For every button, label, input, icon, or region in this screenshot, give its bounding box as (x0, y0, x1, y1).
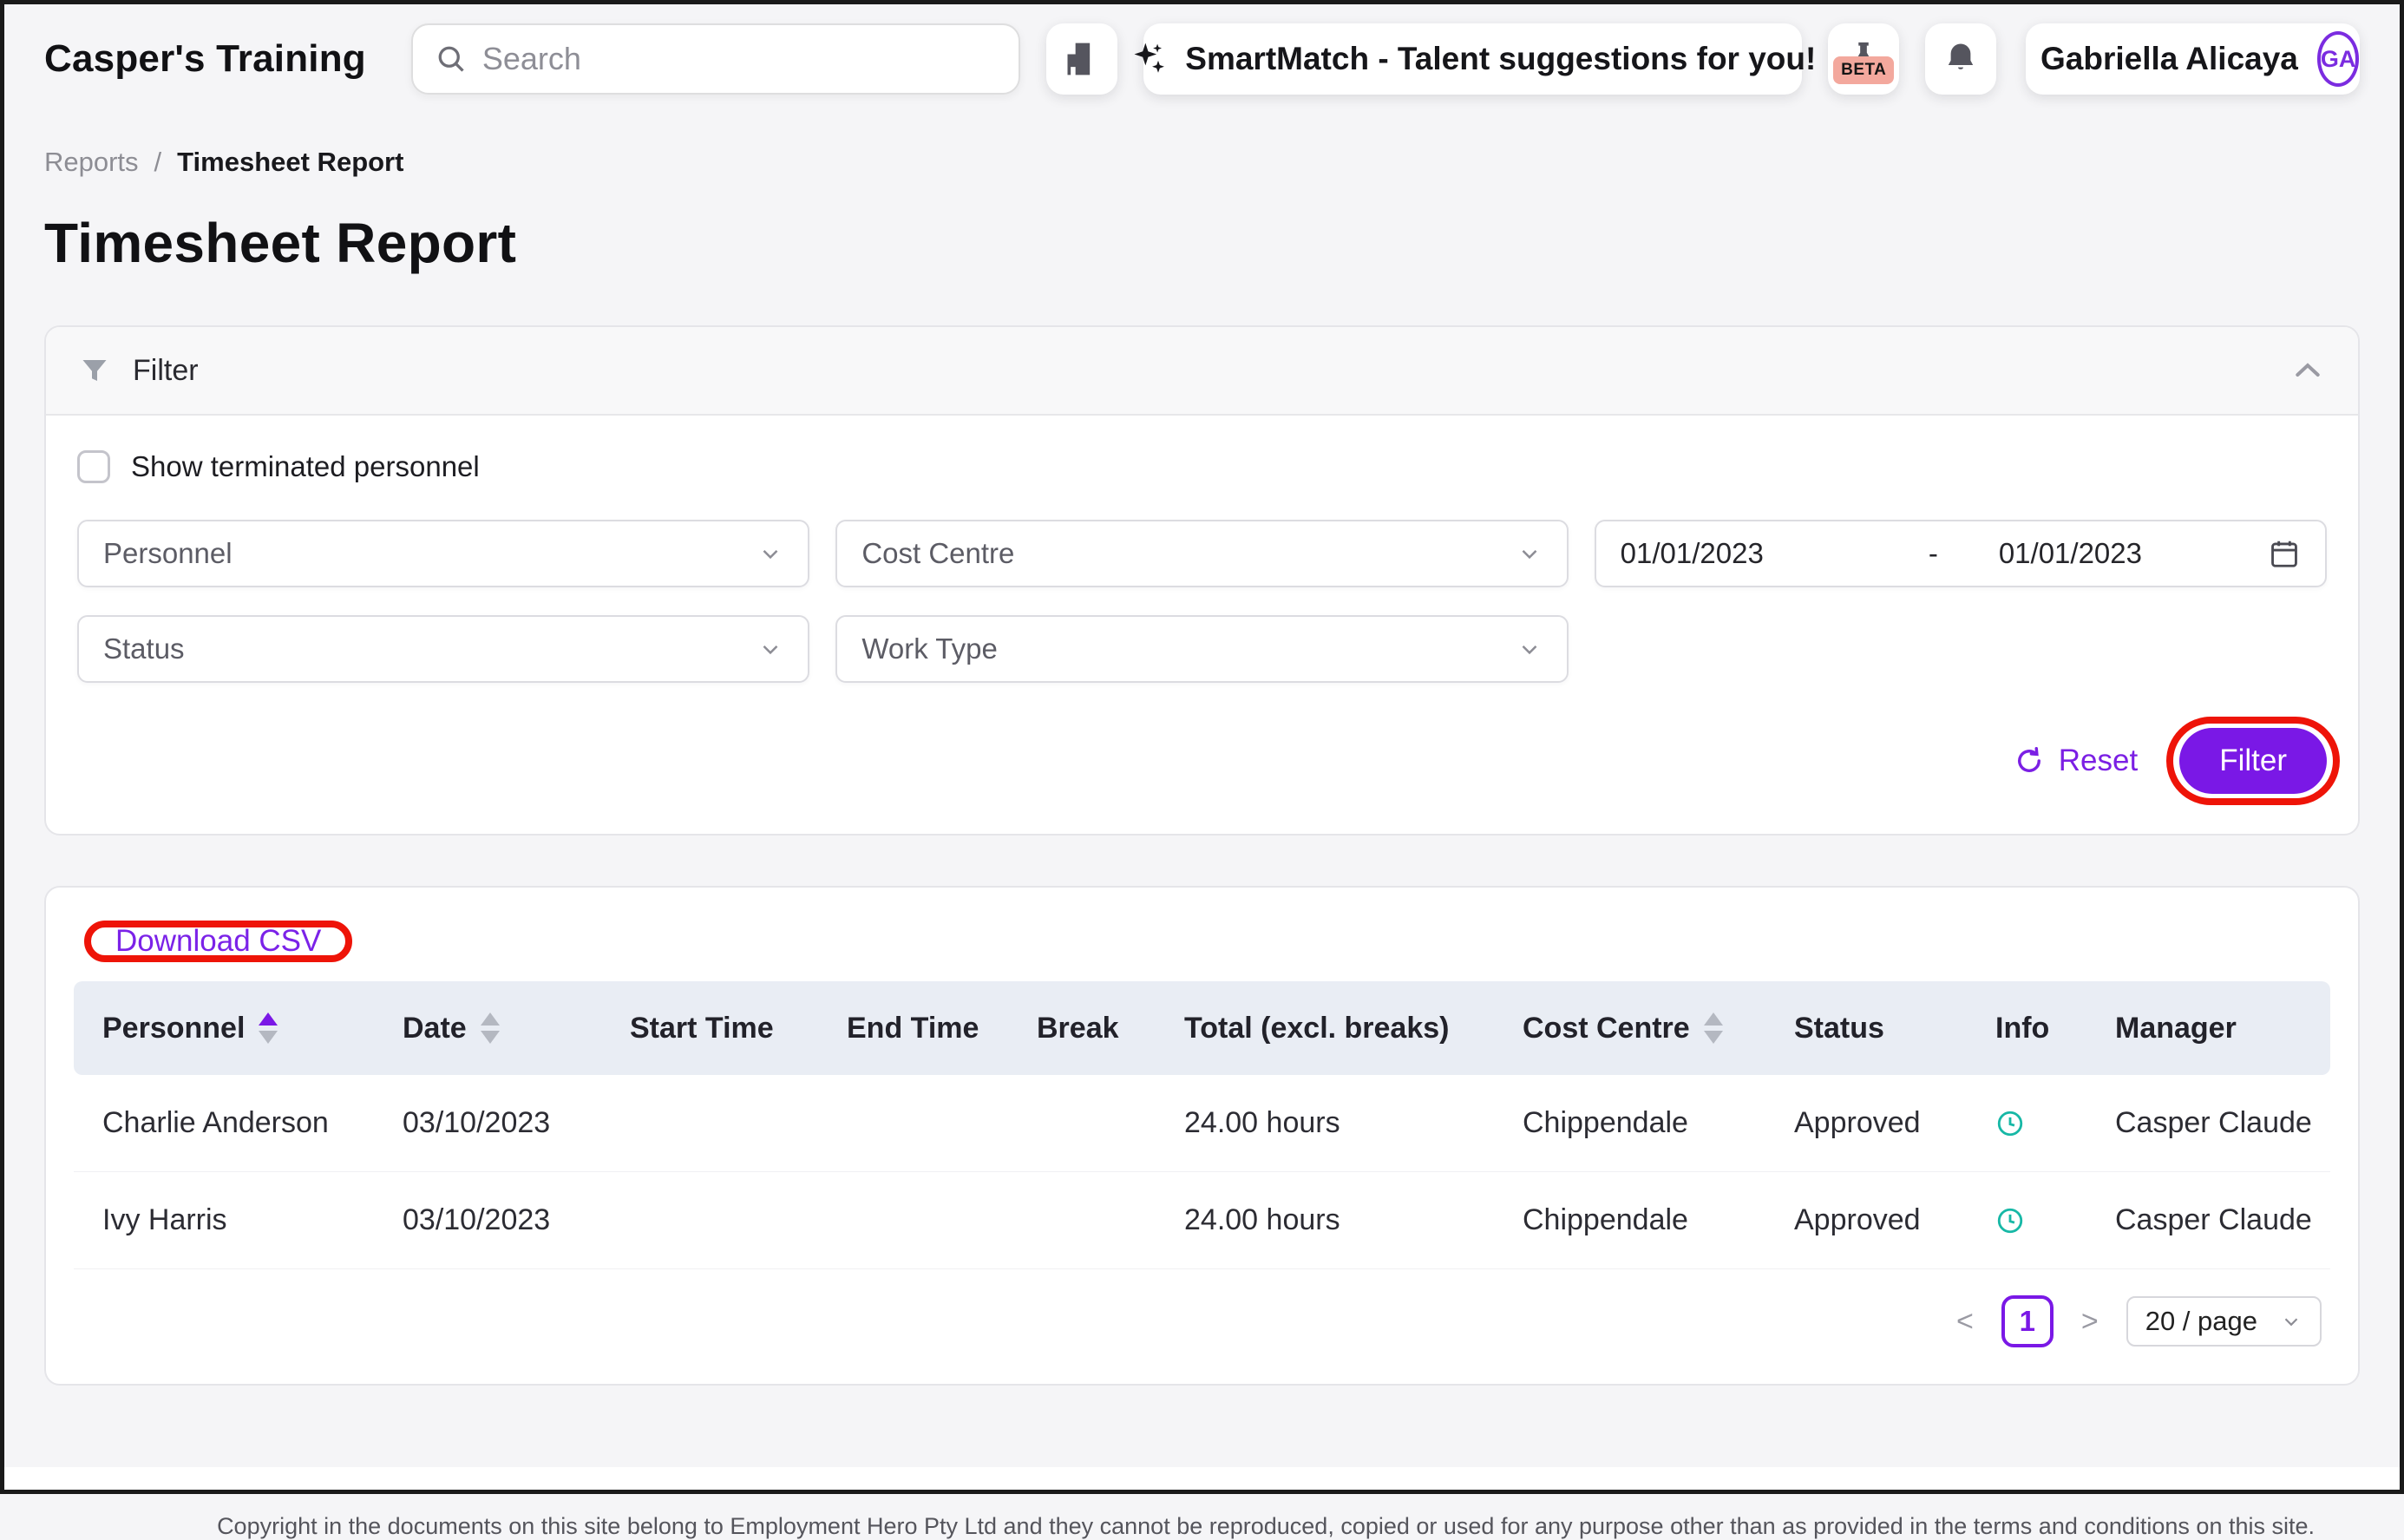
table-row: Charlie Anderson 03/10/2023 24.00 hours … (74, 1075, 2330, 1172)
date-range-separator: - (1929, 537, 1938, 570)
bell-icon (1942, 41, 1979, 77)
cell-date: 03/10/2023 (374, 1106, 601, 1140)
sort-icon[interactable] (1704, 1012, 1723, 1044)
filter-panel: Filter Show terminated personnel Personn… (44, 325, 2360, 836)
show-terminated-row[interactable]: Show terminated personnel (77, 450, 2327, 483)
cell-personnel: Charlie Anderson (74, 1106, 374, 1140)
smartmatch-label: SmartMatch - Talent suggestions for you! (1185, 41, 1816, 77)
filter-panel-header: Filter (46, 327, 2358, 416)
cell-cost-centre: Chippendale (1494, 1106, 1765, 1140)
beta-labs-button[interactable]: BETA (1828, 23, 1899, 95)
cell-info (1967, 1206, 2086, 1235)
cell-status: Approved (1765, 1203, 1967, 1237)
search-icon (436, 43, 467, 75)
page-title: Timesheet Report (44, 211, 2360, 275)
chevron-up-icon[interactable] (2290, 353, 2325, 388)
column-header-personnel[interactable]: Personnel (74, 1012, 374, 1045)
sort-icon[interactable] (259, 1012, 278, 1044)
pagination-page-1[interactable]: 1 (2001, 1295, 2054, 1347)
pagination: < 1 > 20 / page (74, 1295, 2322, 1347)
date-range-input[interactable]: 01/01/2023 - 01/01/2023 (1595, 520, 2327, 587)
clock-icon[interactable] (1995, 1109, 2086, 1138)
smartmatch-button[interactable]: SmartMatch - Talent suggestions for you! (1143, 23, 1802, 95)
pagination-prev-button[interactable]: < (1951, 1305, 1979, 1339)
chevron-down-icon (757, 636, 783, 662)
building-icon (1063, 40, 1101, 78)
page-size-select[interactable]: 20 / page (2126, 1296, 2322, 1347)
column-header-total: Total (excl. breaks) (1156, 1012, 1494, 1045)
personnel-select[interactable]: Personnel (77, 520, 809, 587)
column-header-date[interactable]: Date (374, 1012, 601, 1045)
show-terminated-label: Show terminated personnel (131, 450, 480, 483)
organisation-button[interactable] (1046, 23, 1117, 95)
status-select[interactable]: Status (77, 615, 809, 683)
topbar: Casper's Training SmartMatch - Talent su… (4, 4, 2400, 112)
search-box[interactable] (411, 23, 1020, 95)
download-csv-button[interactable]: Download CSV (93, 910, 344, 972)
work-type-select-value: Work Type (861, 632, 998, 665)
breadcrumb-separator: / (154, 147, 162, 178)
chevron-down-icon (1516, 541, 1543, 567)
chevron-down-icon (757, 541, 783, 567)
personnel-select-value: Personnel (103, 537, 233, 570)
user-menu[interactable]: Gabriella Alicaya GA (2026, 23, 2360, 95)
notifications-button[interactable] (1925, 23, 1996, 95)
column-header-status: Status (1765, 1012, 1967, 1045)
funnel-icon (79, 355, 110, 386)
breadcrumb-reports-link[interactable]: Reports (44, 147, 139, 178)
brand-title: Casper's Training (44, 37, 366, 81)
user-name: Gabriella Alicaya (2040, 41, 2298, 77)
table-row: Ivy Harris 03/10/2023 24.00 hours Chippe… (74, 1172, 2330, 1269)
column-header-end-time: End Time (818, 1012, 1008, 1045)
chevron-down-icon (1516, 636, 1543, 662)
filter-title: Filter (133, 354, 199, 388)
beta-badge: BETA (1833, 56, 1894, 84)
bottom-strip (4, 1467, 2400, 1490)
cell-total: 24.00 hours (1156, 1203, 1494, 1237)
cell-info (1967, 1109, 2086, 1138)
cost-centre-select-value: Cost Centre (861, 537, 1014, 570)
column-header-info: Info (1967, 1012, 2086, 1045)
reset-label: Reset (2059, 744, 2138, 778)
cell-status: Approved (1765, 1106, 1967, 1140)
show-terminated-checkbox[interactable] (77, 450, 110, 483)
sparkles-icon (1130, 40, 1168, 78)
cell-cost-centre: Chippendale (1494, 1203, 1765, 1237)
cell-date: 03/10/2023 (374, 1203, 601, 1237)
clock-icon[interactable] (1995, 1206, 2086, 1235)
cell-manager: Casper Claude (2086, 1106, 2330, 1140)
filter-body: Show terminated personnel Personnel Cost… (46, 416, 2358, 834)
cell-manager: Casper Claude (2086, 1203, 2330, 1237)
search-input[interactable] (482, 41, 996, 77)
column-header-cost-centre[interactable]: Cost Centre (1494, 1012, 1765, 1045)
cost-centre-select[interactable]: Cost Centre (835, 520, 1568, 587)
filter-button[interactable]: Filter (2179, 728, 2327, 794)
cell-total: 24.00 hours (1156, 1106, 1494, 1140)
breadcrumb: Reports / Timesheet Report (44, 147, 2360, 178)
date-from-value[interactable]: 01/01/2023 (1621, 537, 1764, 570)
report-panel: Download CSV Personnel Date Start Time E… (44, 886, 2360, 1386)
footer-copyright: Copyright in the documents on this site … (44, 1513, 2315, 1540)
calendar-icon[interactable] (2268, 537, 2301, 570)
breadcrumb-current: Timesheet Report (177, 147, 403, 178)
date-to-value[interactable]: 01/01/2023 (1999, 537, 2142, 570)
status-select-value: Status (103, 632, 185, 665)
avatar: GA (2317, 31, 2360, 87)
chevron-down-icon (2280, 1310, 2302, 1333)
table-header-row: Personnel Date Start Time End Time Break… (74, 981, 2330, 1075)
reset-button[interactable]: Reset (2014, 744, 2138, 778)
column-header-start-time: Start Time (601, 1012, 818, 1045)
sort-icon[interactable] (481, 1012, 500, 1044)
pagination-next-button[interactable]: > (2076, 1305, 2104, 1339)
page-size-value: 20 / page (2145, 1306, 2257, 1337)
cell-personnel: Ivy Harris (74, 1203, 374, 1237)
refresh-icon (2014, 745, 2045, 777)
column-header-break: Break (1008, 1012, 1156, 1045)
work-type-select[interactable]: Work Type (835, 615, 1568, 683)
column-header-manager: Manager (2086, 1012, 2330, 1045)
